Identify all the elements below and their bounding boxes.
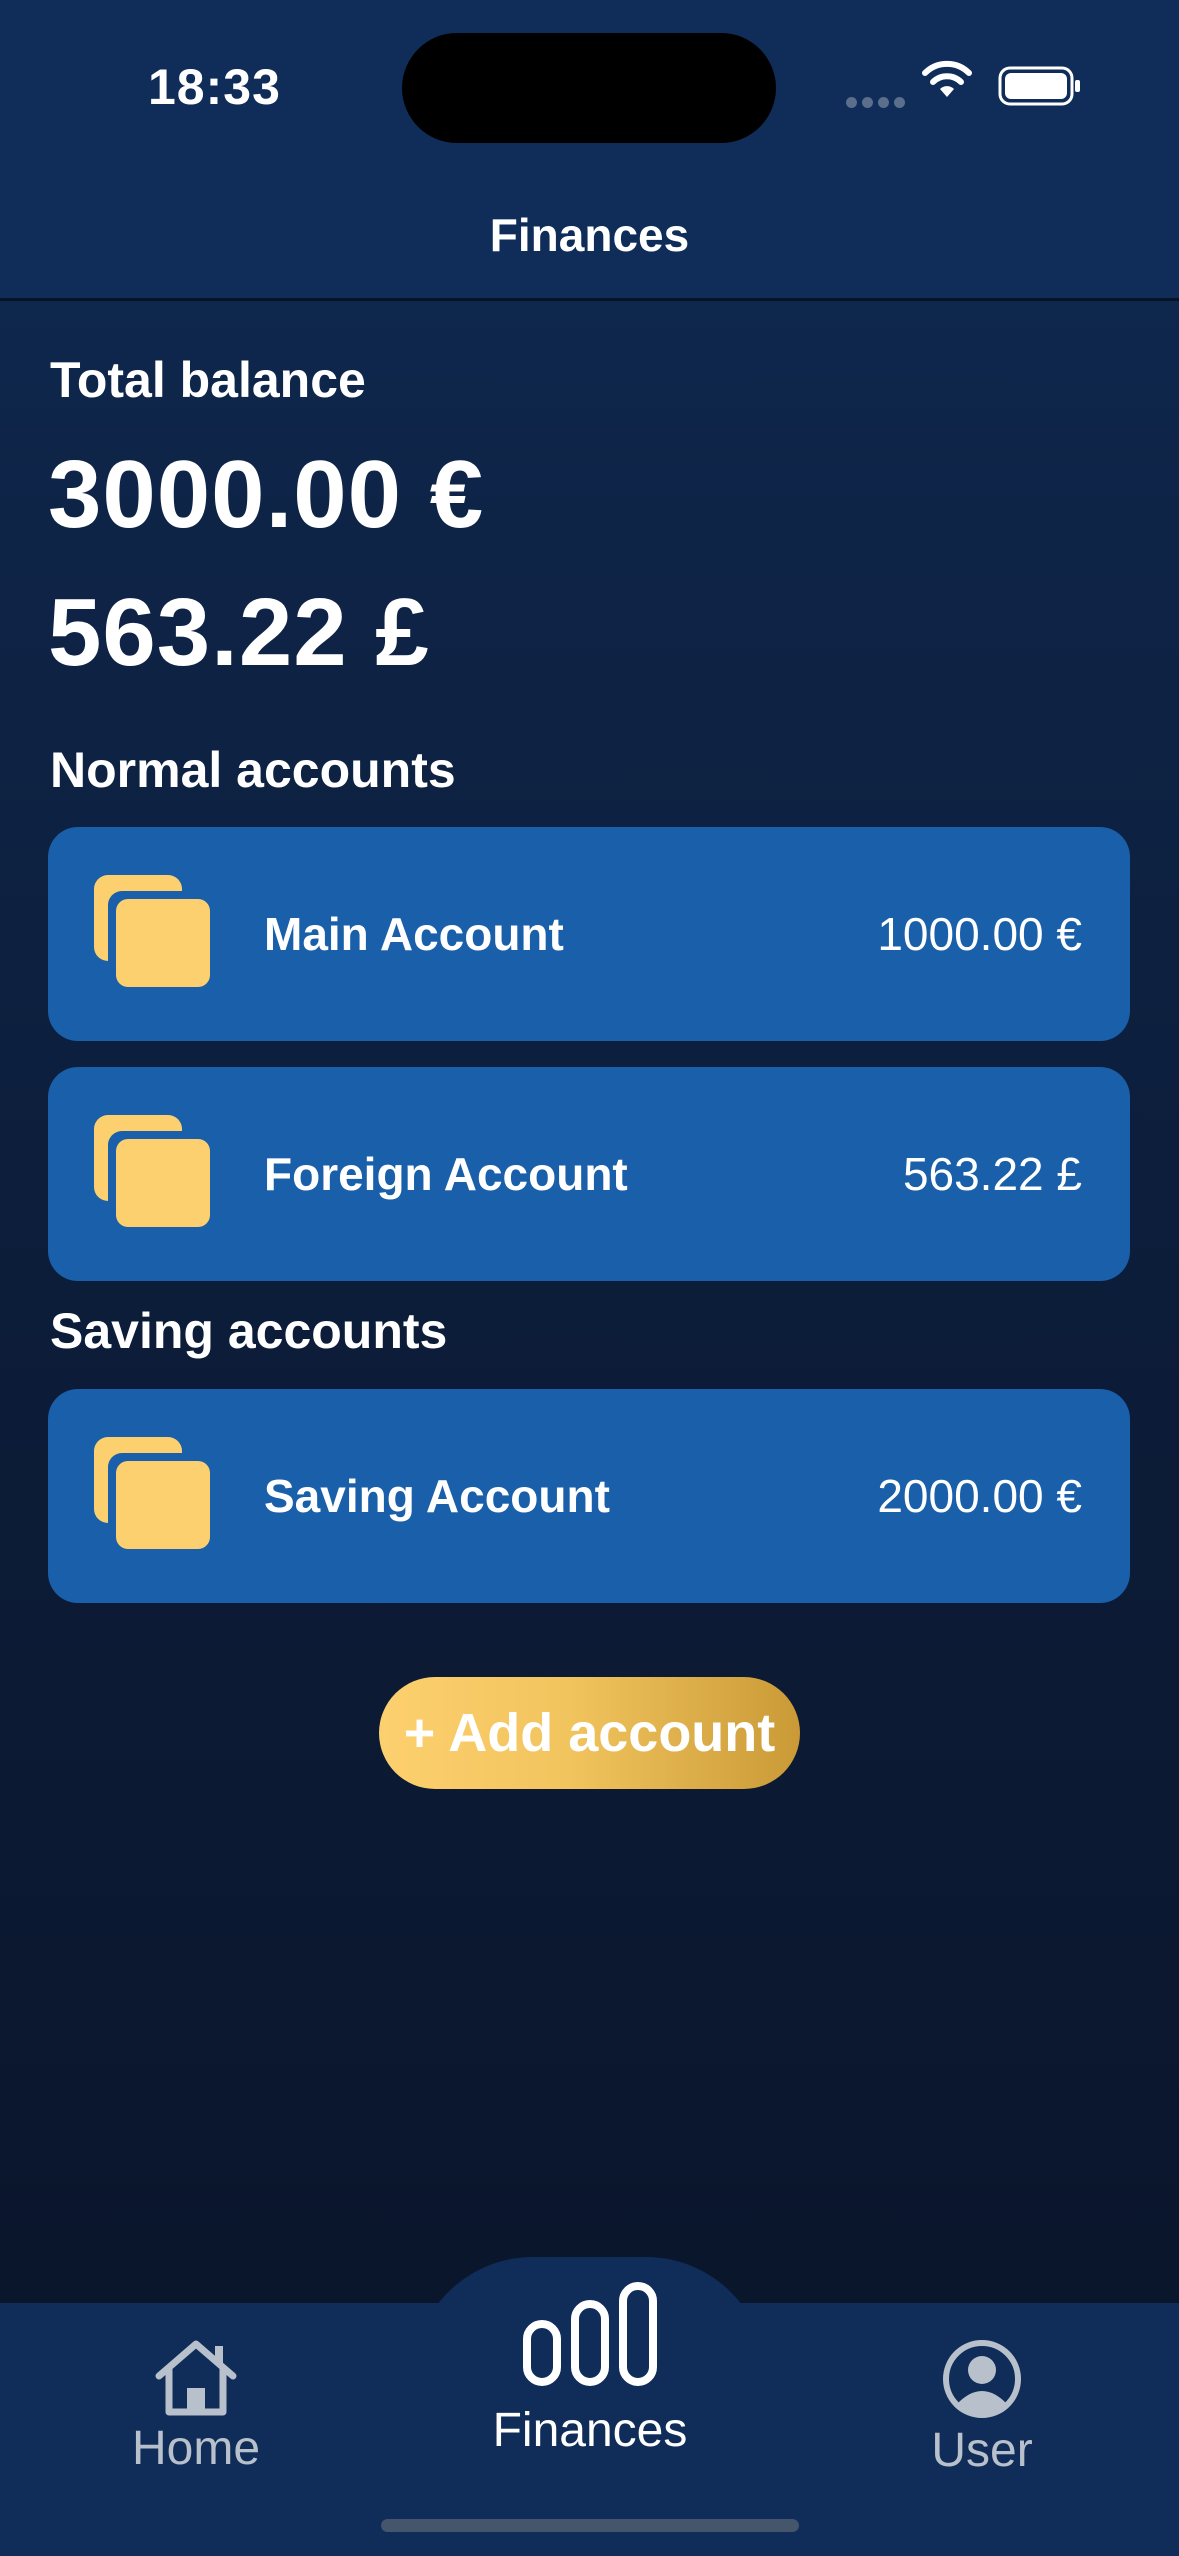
account-name: Main Account xyxy=(264,908,564,960)
account-name: Foreign Account xyxy=(264,1148,628,1200)
page-title: Finances xyxy=(489,209,690,261)
total-balance-label: Total balance xyxy=(50,352,366,408)
cellular-signal-icon xyxy=(846,95,910,113)
nav-header: Finances xyxy=(0,170,1179,301)
bar-chart-icon xyxy=(523,2282,657,2386)
account-balance: 2000.00 € xyxy=(877,1470,1082,1522)
wallet-cards-icon xyxy=(94,875,210,987)
user-icon xyxy=(943,2340,1021,2418)
home-indicator xyxy=(381,2519,799,2532)
tab-user[interactable]: User xyxy=(882,2338,1082,2478)
balance-amount-eur: 3000.00 € xyxy=(48,441,485,548)
battery-icon xyxy=(998,66,1080,106)
tab-label: Finances xyxy=(492,2404,688,2457)
dynamic-island xyxy=(402,33,776,143)
balance-amount-gbp: 563.22 £ xyxy=(48,579,430,686)
wifi-icon xyxy=(922,60,972,97)
normal-accounts-heading: Normal accounts xyxy=(50,742,456,798)
wallet-cards-icon xyxy=(94,1115,210,1227)
saving-accounts-heading: Saving accounts xyxy=(50,1303,448,1359)
account-balance: 1000.00 € xyxy=(877,908,1082,960)
account-card-foreign[interactable]: Foreign Account 563.22 £ xyxy=(48,1067,1130,1281)
account-card-saving[interactable]: Saving Account 2000.00 € xyxy=(48,1389,1130,1603)
wallet-cards-icon xyxy=(94,1437,210,1549)
tab-home[interactable]: Home xyxy=(96,2336,296,2476)
account-name: Saving Account xyxy=(264,1470,610,1522)
tab-finances[interactable]: Finances xyxy=(470,2280,710,2458)
status-time: 18:33 xyxy=(148,59,281,115)
tab-label: Home xyxy=(131,2422,261,2475)
home-icon xyxy=(155,2340,237,2416)
tab-label: User xyxy=(931,2424,1033,2477)
account-balance: 563.22 £ xyxy=(902,1148,1082,1200)
status-bar: 18:33 xyxy=(0,0,1179,170)
account-card-main[interactable]: Main Account 1000.00 € xyxy=(48,827,1130,1041)
add-account-button[interactable]: + Add account xyxy=(379,1677,800,1789)
